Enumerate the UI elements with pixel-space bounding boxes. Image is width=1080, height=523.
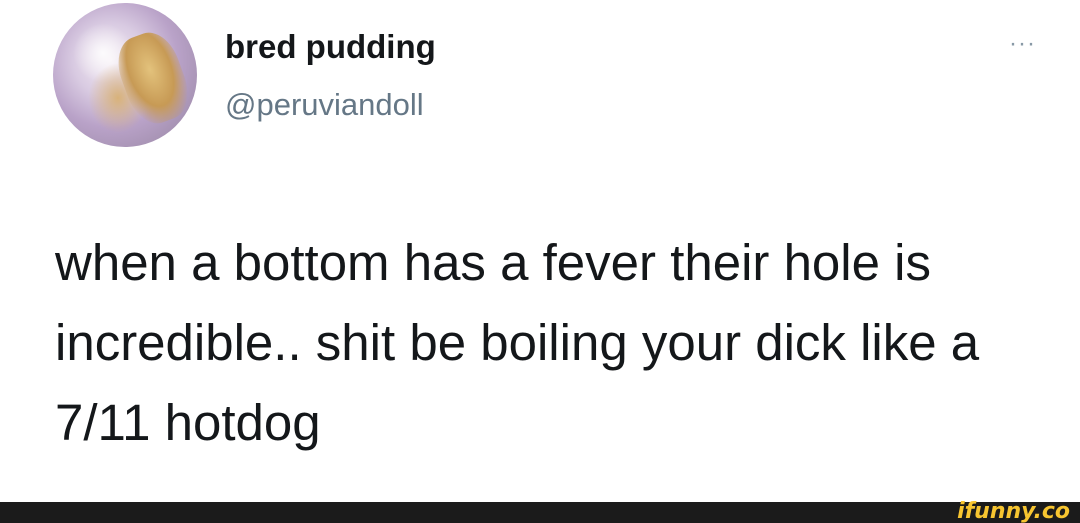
tweet-text: when a bottom has a fever their hole is …	[55, 234, 980, 451]
more-options-icon[interactable]: ···	[1009, 30, 1036, 58]
user-handle[interactable]: @peruviandoll	[225, 87, 424, 123]
watermark-bar: ifunny.co	[0, 499, 1080, 523]
avatar[interactable]	[53, 3, 197, 147]
tweet-screenshot: bred pudding @peruviandoll ··· when a bo…	[0, 0, 1080, 523]
display-name[interactable]: bred pudding	[225, 28, 436, 66]
ifunny-watermark: ifunny.co	[957, 499, 1070, 523]
